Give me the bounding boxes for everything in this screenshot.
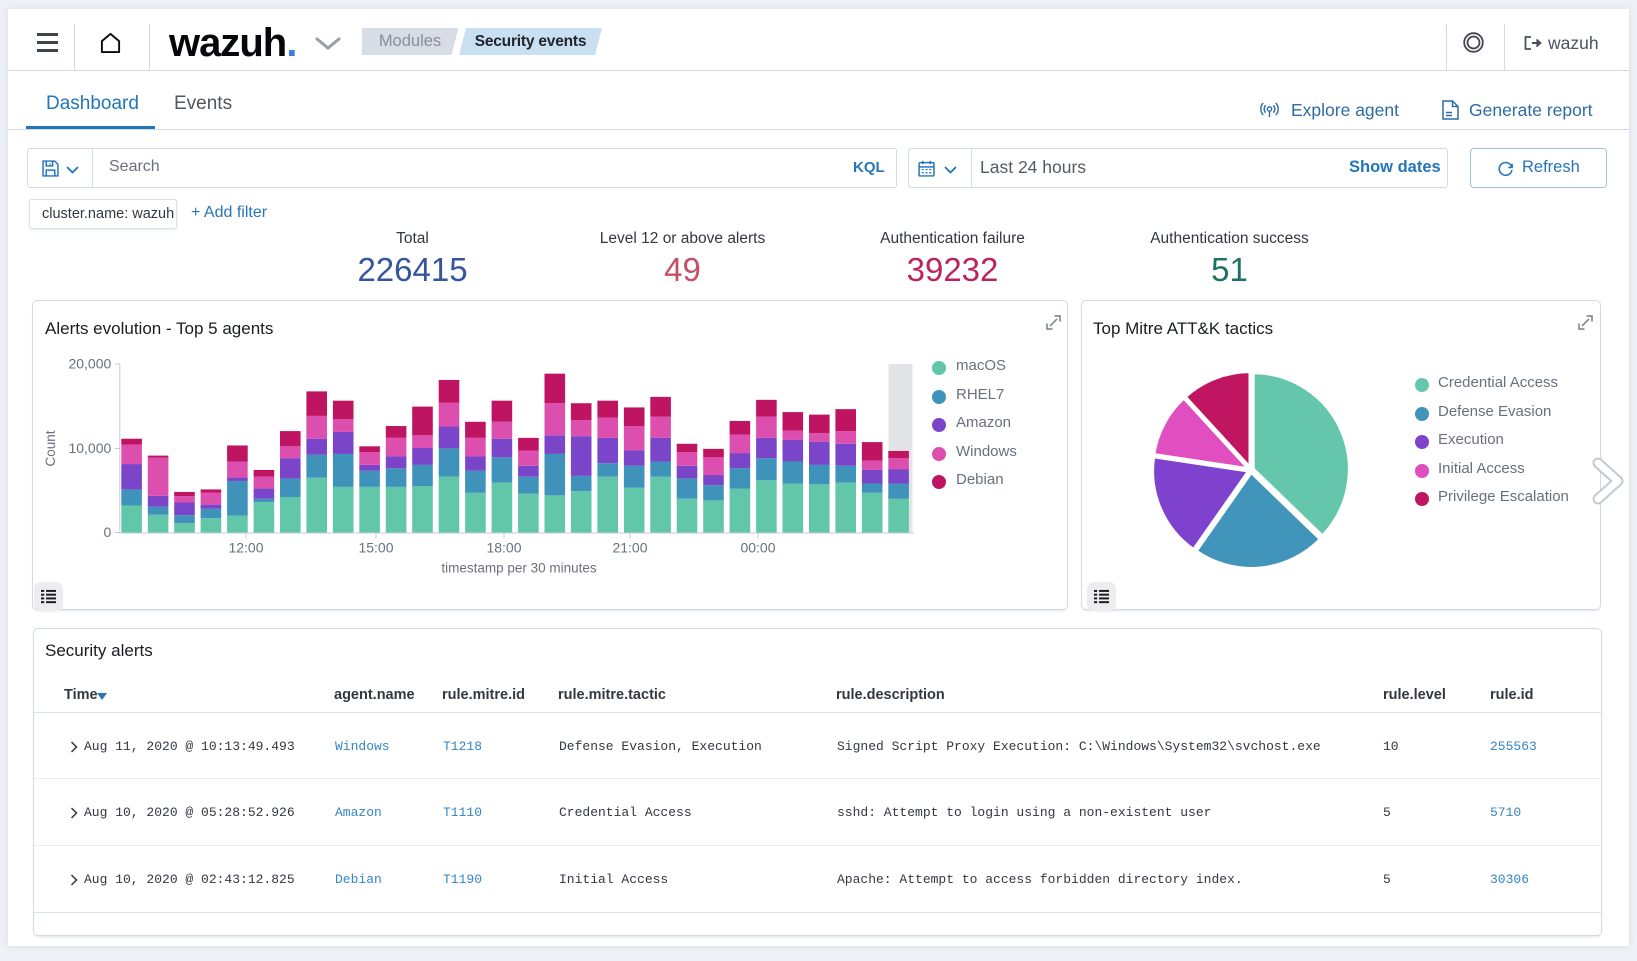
svg-text:18:00: 18:00 (486, 540, 521, 556)
svg-text:timestamp per 30 minutes: timestamp per 30 minutes (441, 561, 597, 576)
svg-text:0: 0 (104, 524, 112, 540)
svg-text:00:00: 00:00 (740, 540, 775, 556)
svg-text:20,000: 20,000 (68, 356, 111, 372)
svg-text:10,000: 10,000 (68, 440, 111, 456)
svg-text:12:00: 12:00 (228, 540, 263, 556)
svg-text:Count: Count (43, 430, 58, 466)
svg-text:15:00: 15:00 (358, 540, 393, 556)
svg-text:21:00: 21:00 (612, 540, 647, 556)
